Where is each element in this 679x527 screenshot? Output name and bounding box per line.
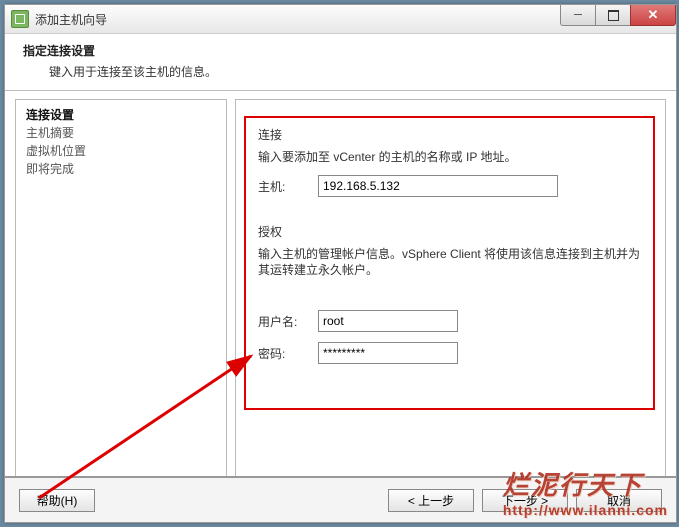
auth-description: 输入主机的管理帐户信息。vSphere Client 将使用该信息连接到主机并为…: [258, 246, 641, 278]
password-input[interactable]: [318, 342, 458, 364]
username-row: 用户名:: [258, 310, 641, 332]
titlebar: 添加主机向导 ─ ✕: [5, 5, 676, 34]
host-input[interactable]: [318, 175, 558, 197]
sidebar-item-summary: 主机摘要: [26, 124, 216, 142]
help-button[interactable]: 帮助(H): [19, 489, 95, 512]
sidebar-item-vm-location: 虚拟机位置: [26, 142, 216, 160]
wizard-window: 添加主机向导 ─ ✕ 指定连接设置 键入用于连接至该主机的信息。 连接设置 主机…: [4, 4, 677, 523]
maximize-button[interactable]: [595, 5, 631, 26]
steps-sidebar: 连接设置 主机摘要 虚拟机位置 即将完成: [15, 99, 227, 489]
close-button[interactable]: ✕: [630, 5, 676, 26]
host-row: 主机:: [258, 175, 641, 197]
page-subtitle: 键入用于连接至该主机的信息。: [49, 63, 664, 80]
page-title: 指定连接设置: [23, 42, 664, 59]
main-panel: 连接 输入要添加至 vCenter 的主机的名称或 IP 地址。 主机: 授权 …: [235, 99, 666, 489]
back-button[interactable]: < 上一步: [388, 489, 474, 512]
window-buttons: ─ ✕: [561, 5, 676, 26]
highlighted-form-area: 连接 输入要添加至 vCenter 的主机的名称或 IP 地址。 主机: 授权 …: [244, 116, 655, 410]
host-label: 主机:: [258, 178, 318, 195]
username-input[interactable]: [318, 310, 458, 332]
minimize-button[interactable]: ─: [560, 5, 596, 26]
password-row: 密码:: [258, 342, 641, 364]
connection-description: 输入要添加至 vCenter 的主机的名称或 IP 地址。: [258, 149, 641, 165]
wizard-body: 连接设置 主机摘要 虚拟机位置 即将完成 连接 输入要添加至 vCenter 的…: [5, 91, 676, 489]
app-icon: [11, 10, 29, 28]
sidebar-item-finish: 即将完成: [26, 160, 216, 178]
username-label: 用户名:: [258, 313, 318, 330]
auth-group-label: 授权: [258, 223, 641, 240]
connection-group-label: 连接: [258, 126, 641, 143]
wizard-footer: 帮助(H) < 上一步 下一步 > 取消: [5, 476, 676, 522]
cancel-button[interactable]: 取消: [576, 489, 662, 512]
next-button[interactable]: 下一步 >: [482, 489, 568, 512]
wizard-header: 指定连接设置 键入用于连接至该主机的信息。: [5, 34, 676, 91]
sidebar-item-connection[interactable]: 连接设置: [26, 106, 216, 124]
password-label: 密码:: [258, 345, 318, 362]
window-title: 添加主机向导: [35, 11, 107, 28]
